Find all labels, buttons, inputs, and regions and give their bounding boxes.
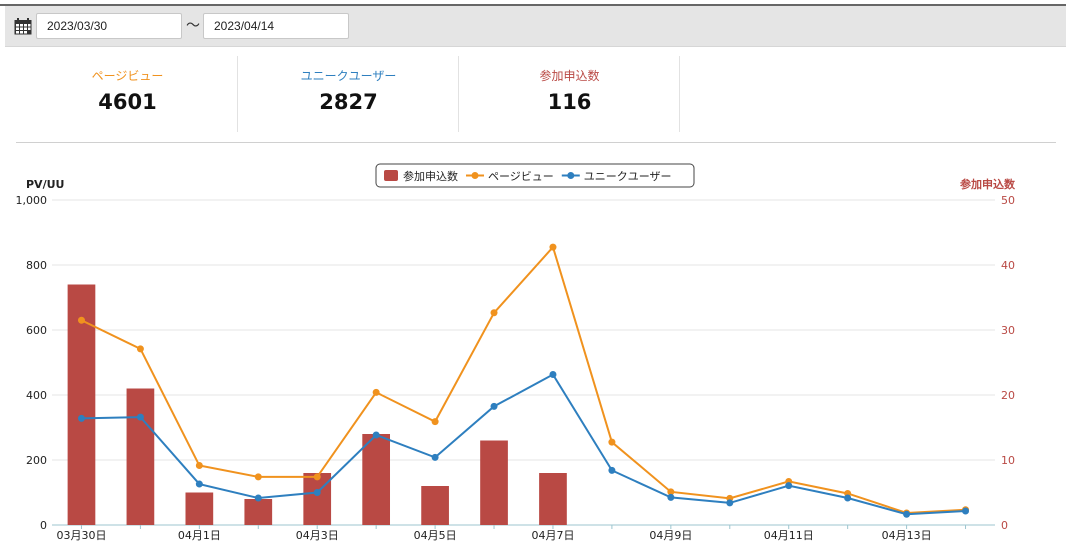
x-axis-tick-label: 04月3日 [296, 529, 339, 542]
pageviews-point [313, 473, 321, 481]
uniques-point [903, 510, 911, 518]
x-axis-tick-label: 04月7日 [531, 529, 574, 542]
legend-label: ユニークユーザー [584, 170, 672, 183]
pageviews-value: 4601 [98, 90, 157, 114]
legend-swatch-point [567, 172, 575, 179]
end-date-input[interactable]: 2023/04/14 [203, 13, 349, 39]
x-axis-tick-label: 04月13日 [882, 529, 932, 542]
bar-04月1日 [185, 492, 214, 525]
pageviews-point [254, 473, 262, 481]
left-axis-tick-label: 600 [26, 324, 47, 337]
pageviews-point [490, 309, 498, 317]
right-axis-tick-label: 50 [1001, 194, 1015, 207]
applications-value: 116 [547, 90, 592, 114]
date-filter-bar: 2023/03/30 〜 2023/04/14 [5, 6, 1066, 47]
left-axis-tick-label: 200 [26, 454, 47, 467]
x-axis-tick-label: 03月30日 [56, 529, 106, 542]
uniques-point [136, 413, 144, 421]
left-axis-tick-label: 1,000 [16, 194, 48, 207]
legend-label: ページビュー [488, 170, 554, 183]
unique-users-value: 2827 [319, 90, 378, 114]
uniques-point [195, 480, 203, 488]
pageviews-card: ページビュー 4601 [17, 56, 238, 132]
legend-label: 参加申込数 [403, 169, 458, 183]
right-axis-tick-label: 0 [1001, 519, 1008, 532]
uniques-point [490, 402, 498, 410]
right-axis-title: 参加申込数 [960, 177, 1016, 191]
x-axis-tick-label: 04月5日 [414, 529, 457, 542]
bar-04月7日 [539, 473, 567, 525]
bar-04月4日 [362, 434, 391, 525]
left-axis-tick-label: 0 [40, 519, 47, 532]
unique-users-card: ユニークユーザー 2827 [238, 56, 459, 132]
x-axis-tick-label: 04月11日 [764, 529, 814, 542]
right-axis-tick-label: 20 [1001, 389, 1015, 402]
bar-04月5日 [421, 486, 449, 525]
combo-chart: 0 200 400 600 800 1,000 0 10 20 30 40 50 PV/UU 参加申込数 0… [16, 163, 1016, 542]
pageviews-point [608, 438, 616, 446]
right-axis-tick-label: 10 [1001, 454, 1015, 467]
card-divider [679, 56, 680, 132]
uniques-point [372, 431, 380, 439]
unique-users-label: ユニークユーザー [300, 69, 397, 83]
pageviews-point [136, 345, 144, 353]
left-axis-title: PV/UU [26, 178, 64, 191]
pageviews-point [77, 316, 85, 324]
uniques-point [549, 371, 557, 379]
uniques-point [254, 494, 262, 502]
pageviews-point [195, 462, 203, 470]
applications-card: 参加申込数 116 [459, 56, 680, 132]
pageviews-point [431, 418, 439, 426]
date-range-separator: 〜 [186, 18, 200, 34]
uniques-point [844, 494, 852, 502]
pageviews-label: ページビュー [91, 69, 164, 83]
legend-swatch-bar [384, 170, 398, 181]
calendar-icon[interactable] [14, 18, 32, 35]
applications-label: 参加申込数 [539, 69, 600, 83]
bar-04月6日 [480, 440, 508, 525]
uniques-point [431, 453, 439, 461]
bar-03月31日 [126, 388, 155, 525]
legend-swatch-point [471, 172, 479, 179]
bar-04月2日 [244, 499, 273, 525]
bar-04月3日 [303, 473, 332, 525]
pageviews-series-line [81, 245, 966, 514]
uniques-point [726, 499, 734, 507]
uniques-point [962, 507, 970, 515]
left-axis-tick-label: 400 [26, 389, 47, 402]
pageviews-point [372, 388, 380, 396]
right-axis-tick-label: 30 [1001, 324, 1015, 337]
uniques-point [313, 489, 321, 496]
uniques-point [667, 493, 675, 501]
uniques-point [785, 482, 793, 490]
right-axis-tick-label: 40 [1001, 259, 1015, 272]
x-axis-tick-label: 04月1日 [178, 529, 221, 542]
pageviews-point [549, 243, 557, 251]
start-date-input[interactable]: 2023/03/30 [36, 13, 182, 39]
x-axis-tick-label: 04月9日 [649, 529, 692, 542]
left-axis-tick-label: 800 [26, 259, 47, 272]
uniques-point [608, 466, 616, 474]
uniques-point [77, 414, 85, 422]
section-divider [16, 142, 1056, 143]
